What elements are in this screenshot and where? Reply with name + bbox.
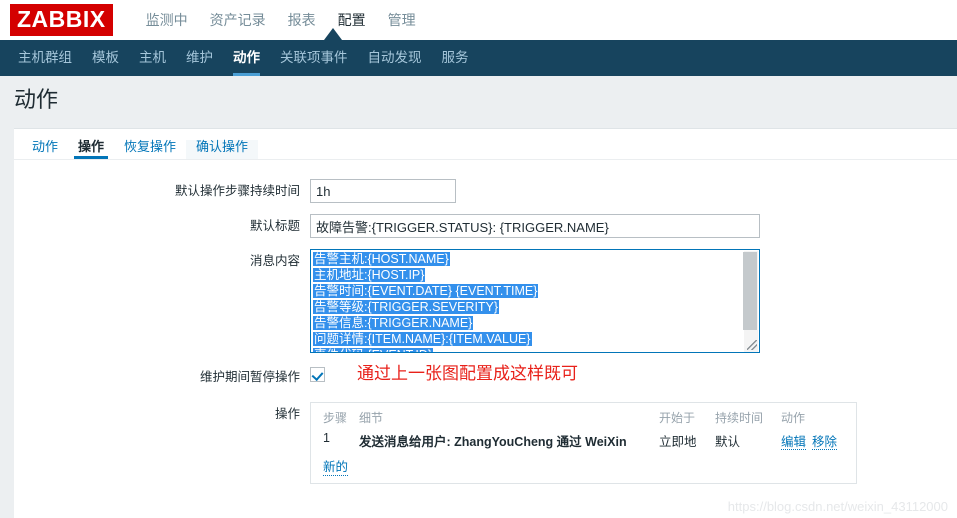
subnav-item-services[interactable]: 服务 bbox=[432, 40, 479, 76]
default-subject-input[interactable] bbox=[310, 214, 760, 238]
column-header-step: 步骤 bbox=[323, 411, 348, 425]
cell-duration: 默认 bbox=[715, 435, 741, 449]
message-line: 告警等级:{TRIGGER.SEVERITY} bbox=[313, 299, 745, 315]
message-line-text: 告警信息:{TRIGGER.NAME} bbox=[313, 316, 474, 330]
cell-start-in: 立即地 bbox=[659, 435, 697, 449]
message-line: 告警信息:{TRIGGER.NAME} bbox=[313, 315, 745, 331]
message-line: 事件代码:{EVENT.ID} bbox=[313, 347, 745, 352]
remove-operation-link[interactable]: 移除 bbox=[812, 435, 838, 450]
operations-table: 步骤 细节 开始于 持续时间 动作 1 发送消息给用户: ZhangYouChe… bbox=[319, 408, 848, 454]
top-menu-item-administration[interactable]: 管理 bbox=[377, 0, 427, 40]
field-default-duration bbox=[310, 179, 957, 203]
message-body-textarea[interactable]: 告警主机:{HOST.NAME} 主机地址:{HOST.IP} 告警时间:{EV… bbox=[310, 249, 760, 353]
top-header: ZABBIX 监测中 资产记录 报表 配置 管理 bbox=[0, 0, 957, 40]
table-row: 1 发送消息给用户: ZhangYouCheng 通过 WeiXin 立即地 默… bbox=[319, 429, 848, 454]
tab-operations[interactable]: 操作 bbox=[68, 140, 114, 159]
subnav-item-correlation[interactable]: 关联项事件 bbox=[270, 40, 358, 76]
cell-detail: 发送消息给用户: ZhangYouCheng 通过 WeiXin bbox=[359, 435, 627, 449]
tab-action[interactable]: 动作 bbox=[22, 140, 68, 159]
subnav-item-templates[interactable]: 模板 bbox=[82, 40, 129, 76]
message-line: 告警主机:{HOST.NAME} bbox=[313, 251, 745, 267]
field-row-pause-maintenance: 维护期间暂停操作 通过上一张图配置成这样既可 bbox=[14, 353, 957, 389]
pause-maintenance-checkbox[interactable] bbox=[310, 366, 325, 382]
tab-recovery-operations[interactable]: 恢复操作 bbox=[114, 140, 186, 159]
cell-step: 1 bbox=[323, 431, 330, 445]
field-pause-maintenance: 通过上一张图配置成这样既可 bbox=[310, 365, 957, 383]
message-line-text: 事件代码:{EVENT.ID} bbox=[313, 348, 434, 352]
field-message-body: 告警主机:{HOST.NAME} 主机地址:{HOST.IP} 告警时间:{EV… bbox=[310, 249, 957, 353]
tab-acknowledge-operations[interactable]: 确认操作 bbox=[186, 140, 259, 159]
top-menu: 监测中 资产记录 报表 配置 管理 bbox=[135, 0, 427, 40]
column-header-duration: 持续时间 bbox=[715, 411, 764, 425]
message-body-textarea-wrapper: 告警主机:{HOST.NAME} 主机地址:{HOST.IP} 告警时间:{EV… bbox=[310, 249, 760, 353]
default-duration-input[interactable] bbox=[310, 179, 456, 203]
operations-form: 默认操作步骤持续时间 默认标题 消息内容 bbox=[14, 160, 957, 484]
message-line-text: 问题详情:{ITEM.NAME}:{ITEM.VALUE} bbox=[313, 332, 532, 346]
sub-navigation: 主机群组 模板 主机 维护 动作 关联项事件 自动发现 服务 bbox=[0, 40, 957, 76]
subnav-item-actions[interactable]: 动作 bbox=[223, 40, 270, 76]
field-row-operations: 操作 步骤 细节 开始于 持续时间 动作 1 发送消息给用户: ZhangYou… bbox=[14, 389, 957, 484]
message-body-lines: 告警主机:{HOST.NAME} 主机地址:{HOST.IP} 告警时间:{EV… bbox=[313, 251, 745, 352]
message-line-text: 主机地址:{HOST.IP} bbox=[313, 268, 426, 282]
form-tabs: 动作 操作 恢复操作 确认操作 bbox=[14, 129, 259, 159]
page-title: 动作 bbox=[14, 87, 59, 112]
column-header-details: 细节 bbox=[359, 411, 384, 425]
operations-table-body: 1 发送消息给用户: ZhangYouCheng 通过 WeiXin 立即地 默… bbox=[319, 429, 848, 454]
active-menu-pointer-icon bbox=[324, 28, 342, 40]
label-default-duration: 默认操作步骤持续时间 bbox=[174, 184, 300, 198]
page-root: ZABBIX 监测中 资产记录 报表 配置 管理 主机群组 模板 主机 维护 动… bbox=[0, 0, 957, 518]
column-header-start-in: 开始于 bbox=[659, 411, 696, 425]
label-message-body: 消息内容 bbox=[249, 254, 300, 268]
message-line-text: 告警等级:{TRIGGER.SEVERITY} bbox=[313, 300, 500, 314]
zabbix-logo[interactable]: ZABBIX bbox=[10, 4, 113, 36]
cell-actions: 编辑 移除 bbox=[777, 429, 848, 454]
message-line: 问题详情:{ITEM.NAME}:{ITEM.VALUE} bbox=[313, 331, 745, 347]
top-menu-item-inventory[interactable]: 资产记录 bbox=[199, 0, 277, 40]
field-row-default-subject: 默认标题 bbox=[14, 203, 957, 238]
message-line: 主机地址:{HOST.IP} bbox=[313, 267, 745, 283]
field-row-default-duration: 默认操作步骤持续时间 bbox=[14, 160, 957, 203]
subnav-item-maintenance[interactable]: 维护 bbox=[176, 40, 223, 76]
field-default-subject bbox=[310, 214, 957, 238]
subnav-item-hosts[interactable]: 主机 bbox=[129, 40, 176, 76]
subnav-item-host-groups[interactable]: 主机群组 bbox=[8, 40, 82, 76]
textarea-scrollbar-thumb[interactable] bbox=[743, 252, 757, 330]
field-row-message-body: 消息内容 告警主机:{HOST.NAME} 主机地址:{HOST.IP} 告警时… bbox=[14, 238, 957, 353]
message-line: 告警时间:{EVENT.DATE} {EVENT.TIME} bbox=[313, 283, 745, 299]
label-default-subject: 默认标题 bbox=[249, 219, 300, 233]
column-header-action: 动作 bbox=[781, 411, 806, 425]
watermark: https://blog.csdn.net/weixin_43112000 bbox=[727, 499, 948, 514]
content-panel: 动作 操作 恢复操作 确认操作 默认操作步骤持续时间 默认标题 bbox=[14, 128, 957, 518]
message-line-text: 告警时间:{EVENT.DATE} {EVENT.TIME} bbox=[313, 284, 539, 298]
field-operations: 步骤 细节 开始于 持续时间 动作 1 发送消息给用户: ZhangYouChe… bbox=[310, 402, 957, 484]
textarea-resize-handle[interactable] bbox=[747, 340, 757, 350]
operations-header-row: 步骤 细节 开始于 持续时间 动作 bbox=[319, 408, 848, 429]
label-pause-maintenance: 维护期间暂停操作 bbox=[199, 370, 300, 384]
subnav-item-discovery[interactable]: 自动发现 bbox=[358, 40, 432, 76]
operations-table-head: 步骤 细节 开始于 持续时间 动作 bbox=[319, 408, 848, 429]
label-operations: 操作 bbox=[274, 407, 300, 421]
top-menu-item-reports[interactable]: 报表 bbox=[277, 0, 327, 40]
top-menu-item-monitoring[interactable]: 监测中 bbox=[135, 0, 199, 40]
operations-table-container: 步骤 细节 开始于 持续时间 动作 1 发送消息给用户: ZhangYouChe… bbox=[310, 402, 857, 484]
message-line-text: 告警主机:{HOST.NAME} bbox=[313, 252, 450, 266]
textarea-scrollbar[interactable] bbox=[743, 251, 758, 352]
new-operation-link[interactable]: 新的 bbox=[323, 456, 349, 476]
edit-operation-link[interactable]: 编辑 bbox=[781, 435, 807, 450]
annotation-text: 通过上一张图配置成这样既可 bbox=[357, 364, 578, 383]
